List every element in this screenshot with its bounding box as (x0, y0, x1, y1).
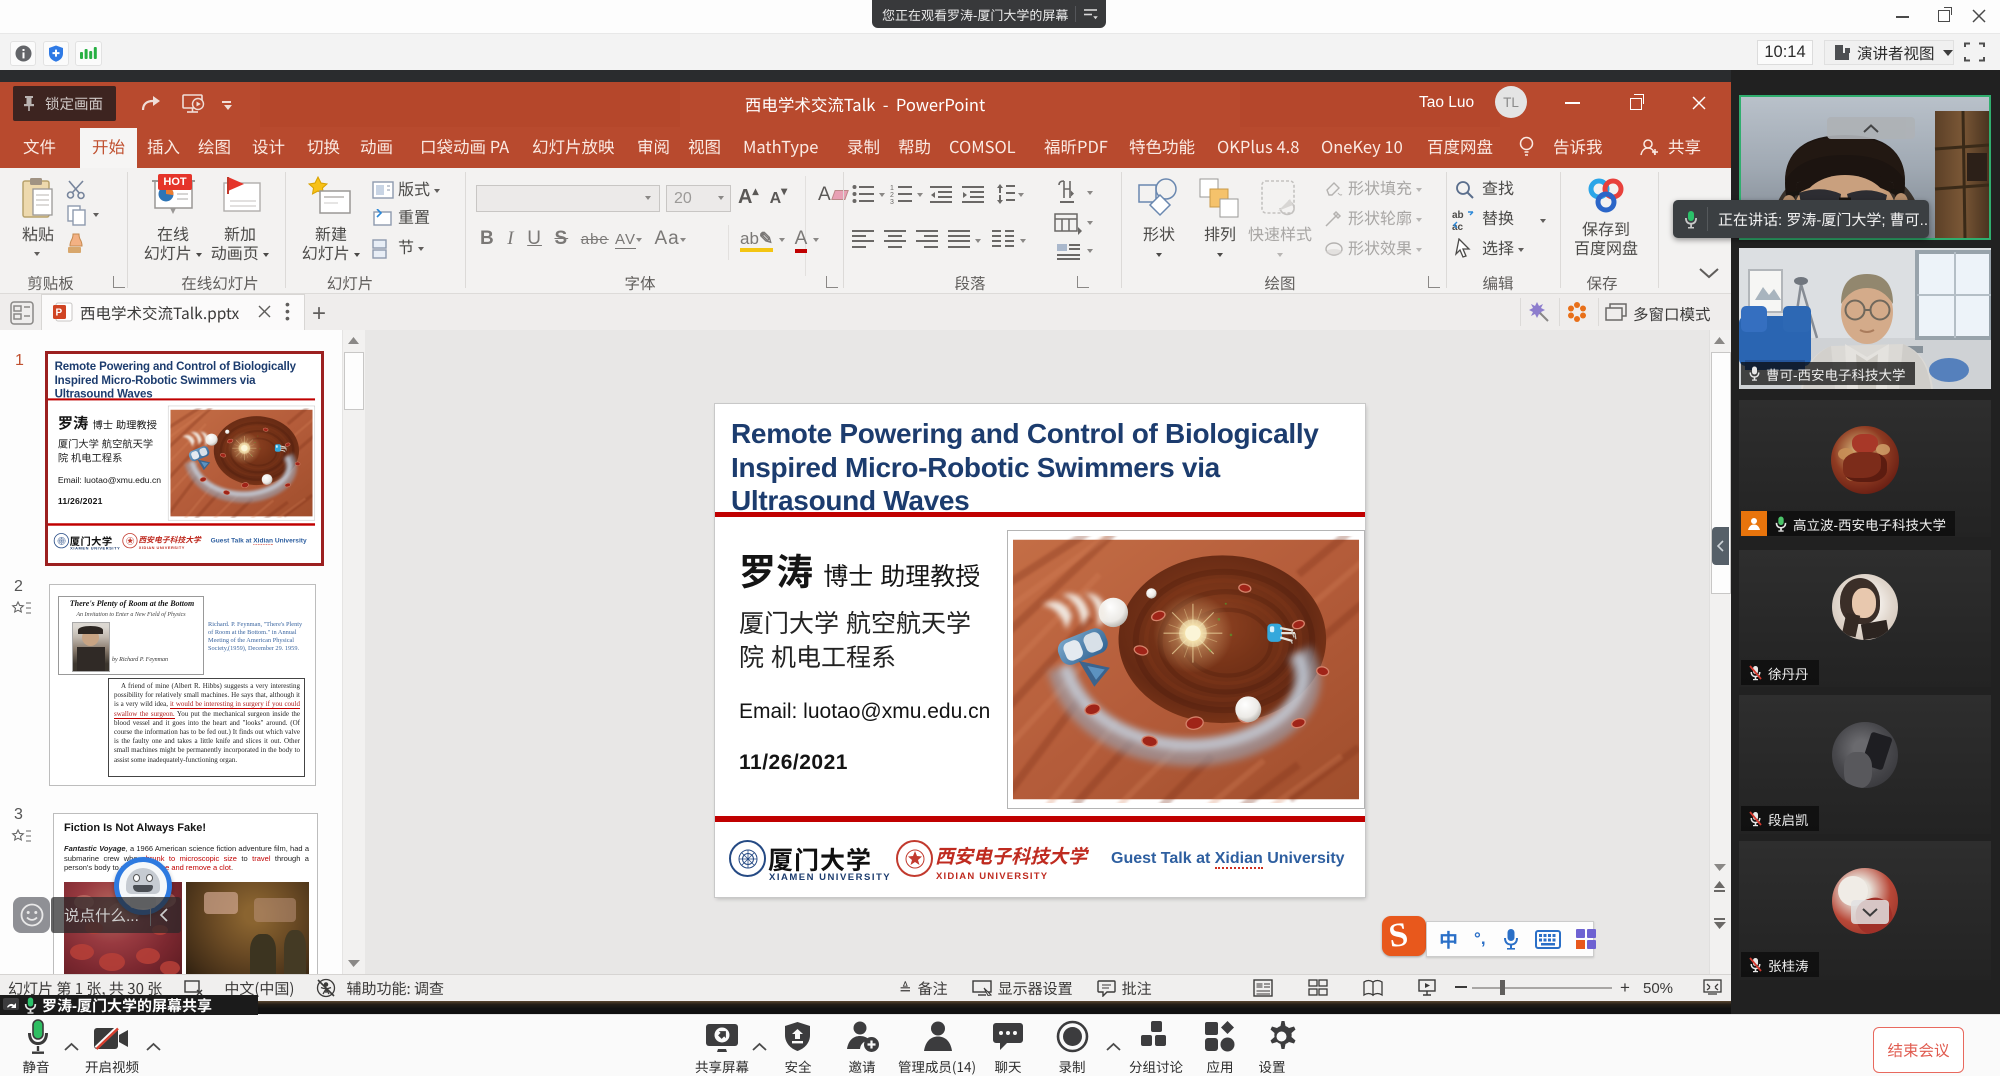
svg-text:1: 1 (890, 185, 894, 192)
svg-text:P: P (56, 308, 63, 319)
svg-text:2: 2 (890, 192, 894, 199)
svg-text:ab: ab (1452, 210, 1464, 221)
svg-text:ac: ac (1452, 222, 1464, 232)
svg-text:3: 3 (890, 199, 894, 204)
